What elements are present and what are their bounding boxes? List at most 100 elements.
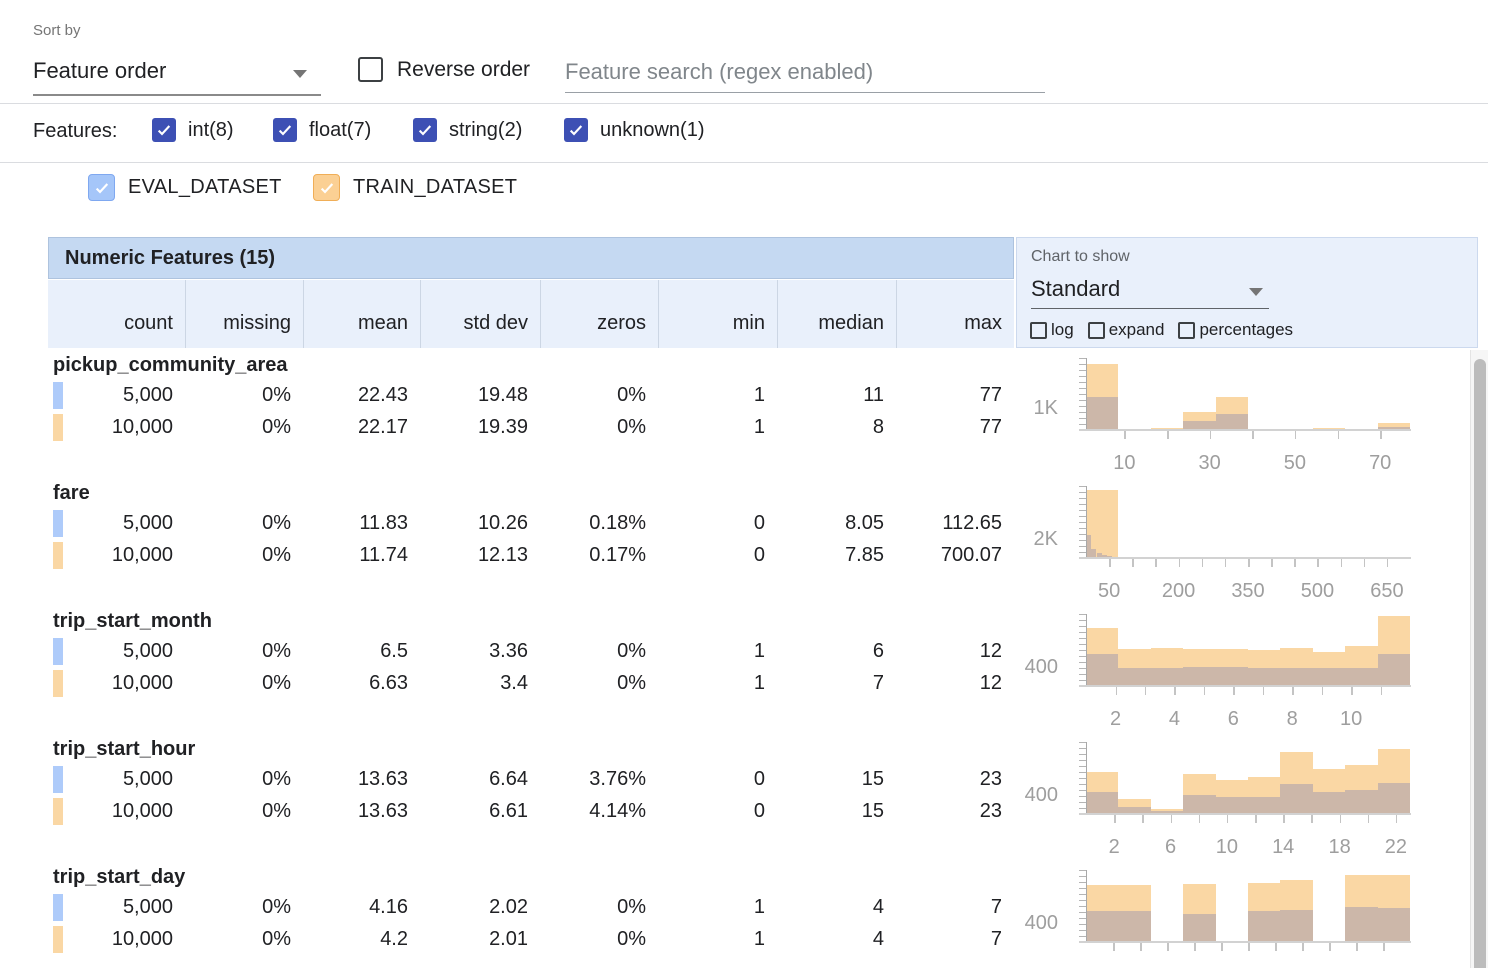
x-axis-line (1079, 557, 1411, 559)
x-axis-tick (1210, 431, 1212, 439)
x-axis-tick (1174, 687, 1176, 695)
expand-checkbox[interactable] (1088, 322, 1105, 339)
stat-value: 4.2 (303, 925, 420, 953)
stat-value: 11.83 (303, 509, 420, 537)
histogram-bar (1183, 914, 1215, 942)
scrollbar-track[interactable] (1470, 350, 1488, 968)
x-axis-tick (1167, 431, 1169, 439)
features-filter-label: Features: (33, 120, 117, 143)
table-title-text: Numeric Features (15) (65, 247, 275, 270)
reverse-order-checkbox[interactable] (358, 57, 383, 82)
stat-value: 5,000 (48, 509, 185, 537)
stat-value: 23 (896, 797, 1014, 825)
histogram-bar (1345, 790, 1377, 814)
feature-type-checkbox[interactable] (564, 118, 588, 142)
table-row: 5,0000%22.4319.480%11177 (48, 381, 1014, 409)
x-axis-tick (1252, 431, 1254, 439)
x-axis-tick (1341, 559, 1343, 567)
y-axis-ruler (1079, 614, 1087, 686)
x-axis-tick (1356, 943, 1358, 951)
feature-type-label: unknown(1) (600, 119, 705, 142)
stat-value: 10,000 (48, 669, 185, 697)
stat-value: 13.63 (303, 765, 420, 793)
stat-value: 0 (658, 541, 777, 569)
feature-type-label: string(2) (449, 119, 522, 142)
x-axis-line (1079, 813, 1411, 815)
x-axis-tick (1364, 559, 1366, 567)
feature-type-checkbox[interactable] (273, 118, 297, 142)
feature-type-checkbox[interactable] (152, 118, 176, 142)
stat-value: 4.16 (303, 893, 420, 921)
chevron-down-icon (293, 70, 307, 78)
check-icon (277, 122, 293, 138)
dataset-checkbox[interactable] (88, 174, 115, 201)
x-axis-tick (1179, 559, 1181, 567)
x-axis-tick (1233, 687, 1235, 695)
log-checkbox[interactable] (1030, 322, 1047, 339)
stat-value: 11 (777, 381, 896, 409)
x-axis-tick (1109, 559, 1111, 567)
stat-value: 0.18% (540, 509, 658, 537)
reverse-order-control: Reverse order (358, 57, 530, 82)
stat-value: 22.17 (303, 413, 420, 441)
feature-block-pickup_community_area: pickup_community_area5,0000%22.4319.480%… (48, 352, 1014, 480)
x-axis-tick (1368, 815, 1370, 823)
stat-value: 2.02 (420, 893, 540, 921)
stat-value: 5,000 (48, 381, 185, 409)
x-tick-label: 500 (1287, 580, 1347, 603)
stat-value: 1 (658, 893, 777, 921)
x-axis-tick (1199, 815, 1201, 823)
y-axis-ruler (1079, 870, 1087, 942)
x-axis-tick (1396, 815, 1398, 823)
table-title: Numeric Features (15) (48, 237, 1014, 279)
x-axis-tick (1340, 815, 1342, 823)
stat-value: 1 (658, 381, 777, 409)
y-axis-label: 2K (1016, 528, 1072, 551)
stat-value: 10,000 (48, 925, 185, 953)
x-tick-label: 50 (1265, 452, 1325, 475)
feature-search-input[interactable] (565, 52, 1045, 93)
histogram-fare: 2K50200350500650 (1016, 480, 1478, 608)
dataset-checkbox[interactable] (313, 174, 340, 201)
table-row: 5,0000%6.53.360%1612 (48, 637, 1014, 665)
x-axis-tick (1295, 431, 1297, 439)
sort-by-select[interactable]: Feature order (33, 50, 321, 96)
stat-value: 0% (185, 541, 303, 569)
stat-value: 2.01 (420, 925, 540, 953)
stat-value: 8.05 (777, 509, 896, 537)
x-axis-tick (1132, 559, 1134, 567)
x-axis-tick (1145, 687, 1147, 695)
chart-to-show-select[interactable]: Standard (1031, 272, 1269, 309)
feature-stats-body: pickup_community_area5,0000%22.4319.480%… (48, 352, 1014, 968)
stat-value: 6.61 (420, 797, 540, 825)
feature-type-checkbox[interactable] (413, 118, 437, 142)
stat-value: 19.48 (420, 381, 540, 409)
stat-value: 4 (777, 925, 896, 953)
histogram-bar (1151, 668, 1183, 686)
feature-type-filter-row: Features: int(8)float(7)string(2)unknown… (0, 104, 1488, 163)
x-axis-tick (1202, 559, 1204, 567)
histogram-bar (1086, 654, 1118, 686)
stat-value: 0% (185, 637, 303, 665)
histogram-bar (1280, 910, 1312, 942)
stat-value: 3.76% (540, 765, 658, 793)
table-row: 10,0000%4.22.010%147 (48, 925, 1014, 953)
scrollbar-thumb[interactable] (1474, 359, 1486, 968)
y-axis-ruler (1079, 358, 1087, 430)
x-axis-tick (1381, 687, 1383, 695)
x-axis-tick (1248, 559, 1250, 567)
column-header-std-dev: std dev (420, 280, 540, 348)
histogram-bar (1118, 911, 1150, 943)
histogram-bar (1248, 797, 1280, 815)
table-row: 10,0000%13.636.614.14%01523 (48, 797, 1014, 825)
x-axis-tick (1221, 943, 1223, 951)
x-tick-label: 350 (1218, 580, 1278, 603)
x-tick-label: 6 (1203, 708, 1263, 731)
percentages-checkbox[interactable] (1178, 322, 1195, 339)
stat-value: 19.39 (420, 413, 540, 441)
column-header-row: countmissingmeanstd devzerosminmedianmax (48, 280, 1014, 348)
stat-value: 0% (185, 509, 303, 537)
y-axis-ruler (1079, 486, 1087, 558)
stat-value: 0% (185, 797, 303, 825)
x-tick-label: 6 (1141, 836, 1201, 859)
